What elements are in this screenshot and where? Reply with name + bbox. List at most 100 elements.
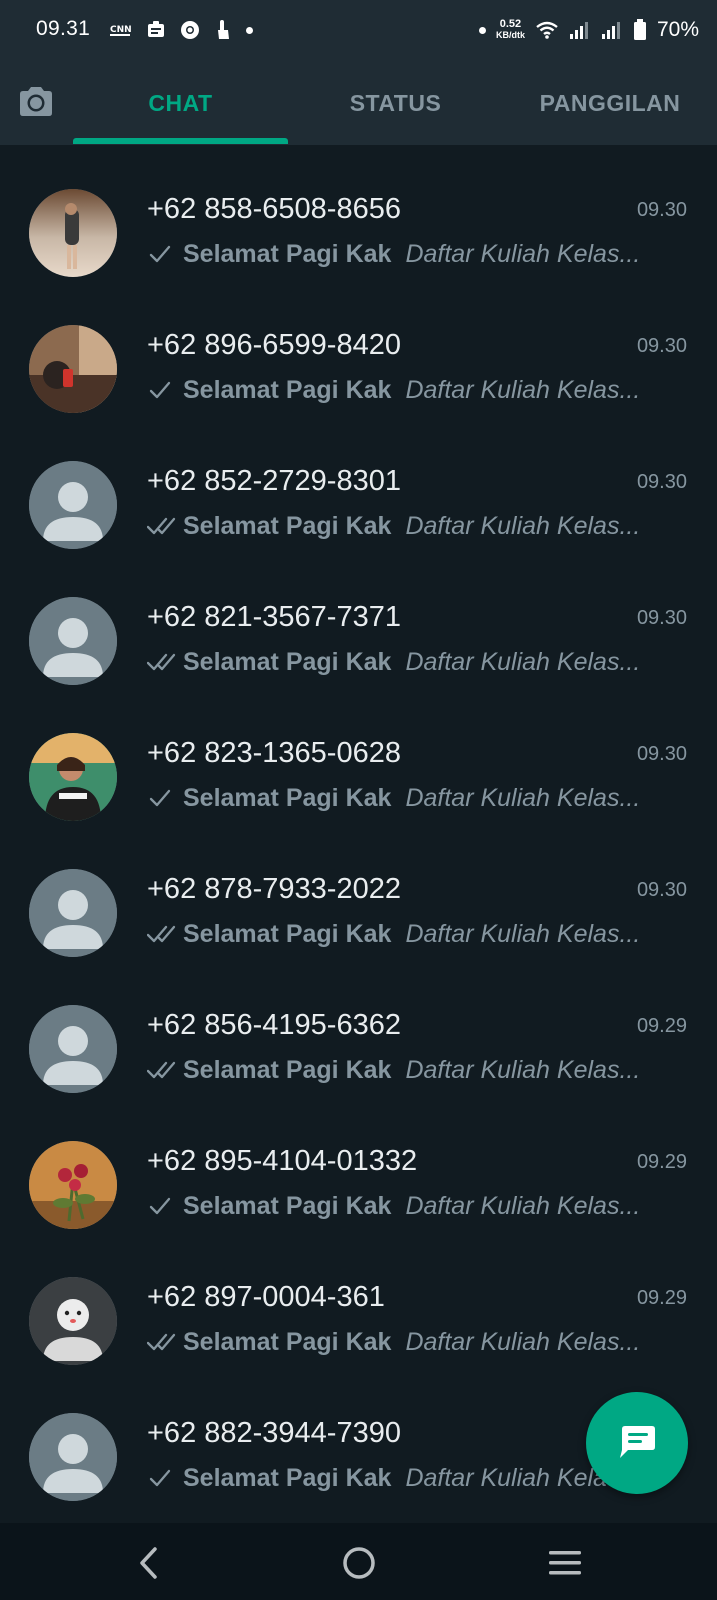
contact-name: +62 823-1365-0628 bbox=[147, 737, 401, 769]
back-icon[interactable] bbox=[131, 1543, 171, 1583]
message-time: 09.30 bbox=[636, 607, 687, 629]
tab-bar: CHAT STATUS PANGGILAN bbox=[0, 60, 717, 145]
battery-percent: 70% bbox=[656, 18, 699, 41]
signal-1-icon bbox=[569, 22, 588, 39]
chat-row[interactable]: +62 895-4104-01332 09.29 Selamat Pagi Kak D… bbox=[0, 1097, 717, 1236]
message-snippet: Daftar Kuliah Kelas... bbox=[405, 647, 641, 676]
delivered-double-check-icon bbox=[147, 925, 176, 943]
contact-avatar[interactable] bbox=[29, 1277, 117, 1365]
chat-row[interactable]: +62 858-6508-8656 09.30 Selamat Pagi Kak Da… bbox=[0, 145, 717, 284]
message-greeting: Selamat Pagi Kak bbox=[183, 1191, 392, 1220]
message-preview: Selamat Pagi Kak Daftar Kuliah Kelas... bbox=[147, 646, 667, 678]
contact-name: +62 878-7933-2022 bbox=[147, 873, 401, 905]
delivered-double-check-icon bbox=[147, 1061, 176, 1079]
message-snippet: Daftar Kuliah Kelas... bbox=[405, 239, 641, 268]
contact-name: +62 897-0004-361 bbox=[147, 1281, 385, 1313]
delivered-double-check-icon bbox=[147, 1333, 176, 1351]
chat-row[interactable]: +62 821-3567-7371 09.30 Selamat Pagi Kak Da… bbox=[0, 553, 717, 692]
message-greeting: Selamat Pagi Kak bbox=[183, 919, 392, 948]
new-chat-button[interactable] bbox=[586, 1392, 688, 1494]
message-greeting: Selamat Pagi Kak bbox=[183, 783, 392, 812]
new-chat-icon bbox=[620, 1426, 655, 1458]
contact-avatar[interactable] bbox=[29, 1141, 117, 1229]
message-snippet: Daftar Kuliah Kelas... bbox=[405, 783, 641, 812]
notification-dot-icon bbox=[246, 26, 253, 34]
tab-panggilan[interactable]: PANGGILAN bbox=[503, 86, 717, 120]
message-preview: Selamat Pagi Kak Daftar Kuliah Kelas... bbox=[147, 238, 667, 270]
contact-name: +62 858-6508-8656 bbox=[147, 193, 401, 225]
message-preview: Selamat Pagi Kak Daftar Kuliah Kelas... bbox=[147, 510, 667, 542]
chat-row[interactable]: +62 852-2729-8301 09.30 Selamat Pagi Kak Da… bbox=[0, 417, 717, 556]
chat-row[interactable]: +62 823-1365-0628 09.30 Selamat Pagi Kak Da… bbox=[0, 689, 717, 828]
sent-check-icon bbox=[149, 789, 171, 807]
status-dot-icon bbox=[478, 26, 486, 34]
delivered-double-check-icon bbox=[147, 653, 176, 671]
contact-name: +62 821-3567-7371 bbox=[147, 601, 401, 633]
cnn-indonesia-icon: CNN bbox=[110, 25, 132, 36]
message-time: 09.29 bbox=[636, 1151, 687, 1173]
message-snippet: Daftar Kuliah Kelas... bbox=[405, 375, 641, 404]
message-time: 09.30 bbox=[636, 335, 687, 357]
message-preview: Selamat Pagi Kak Daftar Kuliah Kelas... bbox=[147, 1054, 667, 1086]
touch-icon bbox=[218, 20, 229, 39]
message-snippet: Daftar Kuliah Kelas... bbox=[405, 919, 641, 948]
message-snippet: Daftar Kuliah Kelas... bbox=[405, 1191, 641, 1220]
message-preview: Selamat Pagi Kak Daftar Kuliah Kelas... bbox=[147, 918, 667, 950]
message-greeting: Selamat Pagi Kak bbox=[183, 1327, 392, 1356]
message-time: 09.30 bbox=[636, 471, 687, 493]
chat-row[interactable]: +62 878-7933-2022 09.30 Selamat Pagi Kak Da… bbox=[0, 825, 717, 964]
notification-icons: CNN bbox=[110, 18, 253, 42]
contact-name: +62 895-4104-01332 bbox=[147, 1145, 418, 1177]
contact-name: +62 856-4195-6362 bbox=[147, 1009, 401, 1041]
message-greeting: Selamat Pagi Kak bbox=[183, 647, 392, 676]
chat-row[interactable]: +62 896-6599-8420 09.30 Selamat Pagi Kak Da… bbox=[0, 281, 717, 420]
contact-avatar[interactable] bbox=[29, 325, 117, 413]
status-time: 09.31 bbox=[36, 17, 91, 40]
message-preview: Selamat Pagi Kak Daftar Kuliah Kelas... bbox=[147, 782, 667, 814]
message-time: 09.30 bbox=[636, 879, 687, 901]
message-preview: Selamat Pagi Kak Daftar Kuliah Kelas... bbox=[147, 1462, 667, 1494]
contact-name: +62 896-6599-8420 bbox=[147, 329, 401, 361]
message-preview: Selamat Pagi Kak Daftar Kuliah Kelas... bbox=[147, 1190, 667, 1222]
contact-avatar[interactable] bbox=[29, 189, 117, 277]
contact-avatar[interactable] bbox=[29, 869, 117, 957]
tab-status[interactable]: STATUS bbox=[288, 86, 503, 120]
message-greeting: Selamat Pagi Kak bbox=[183, 239, 392, 268]
chat-row[interactable]: +62 897-0004-361 09.29 Selamat Pagi Kak Daf… bbox=[0, 1233, 717, 1372]
navigation-bar bbox=[0, 1523, 717, 1600]
contact-avatar[interactable] bbox=[29, 461, 117, 549]
signal-2-icon bbox=[601, 22, 620, 39]
contact-avatar[interactable] bbox=[29, 597, 117, 685]
message-greeting: Selamat Pagi Kak bbox=[183, 511, 392, 540]
chrome-icon bbox=[181, 21, 199, 39]
network-speed: 0.52 KB/dtk bbox=[495, 18, 525, 41]
menu-icon[interactable] bbox=[545, 1543, 585, 1583]
home-icon[interactable] bbox=[339, 1543, 379, 1583]
message-greeting: Selamat Pagi Kak bbox=[183, 1463, 392, 1492]
contact-avatar[interactable] bbox=[29, 1413, 117, 1501]
camera-icon[interactable] bbox=[16, 82, 56, 122]
news-app-icon bbox=[148, 21, 164, 37]
message-snippet: Daftar Kuliah Kelas... bbox=[405, 511, 641, 540]
battery-icon bbox=[633, 19, 646, 40]
message-preview: Selamat Pagi Kak Daftar Kuliah Kelas... bbox=[147, 1326, 667, 1358]
app-header: 09.31 CNN 0.52 KB/dtk 70% CHAT STATUS PA… bbox=[0, 0, 717, 145]
message-snippet: Daftar Kuliah Kelas... bbox=[405, 1055, 641, 1084]
status-bar: 09.31 CNN 0.52 KB/dtk 70% bbox=[0, 0, 717, 60]
wifi-icon bbox=[536, 21, 558, 39]
sent-check-icon bbox=[149, 1197, 171, 1215]
chat-list: +62 858-6508-8656 09.30 Selamat Pagi Kak Da… bbox=[0, 145, 717, 1523]
contact-avatar[interactable] bbox=[29, 1005, 117, 1093]
contact-avatar[interactable] bbox=[29, 733, 117, 821]
sent-check-icon bbox=[149, 381, 171, 399]
sent-check-icon bbox=[149, 1469, 171, 1487]
tab-chat[interactable]: CHAT bbox=[73, 86, 288, 120]
message-greeting: Selamat Pagi Kak bbox=[183, 375, 392, 404]
delivered-double-check-icon bbox=[147, 517, 176, 535]
system-status: 0.52 KB/dtk 70% bbox=[478, 14, 699, 46]
message-time: 09.29 bbox=[636, 1015, 687, 1037]
contact-name: +62 852-2729-8301 bbox=[147, 465, 401, 497]
chat-row[interactable]: +62 856-4195-6362 09.29 Selamat Pagi Kak Da… bbox=[0, 961, 717, 1100]
contact-name: +62 882-3944-7390 bbox=[147, 1417, 401, 1449]
message-time: 09.30 bbox=[636, 199, 687, 221]
